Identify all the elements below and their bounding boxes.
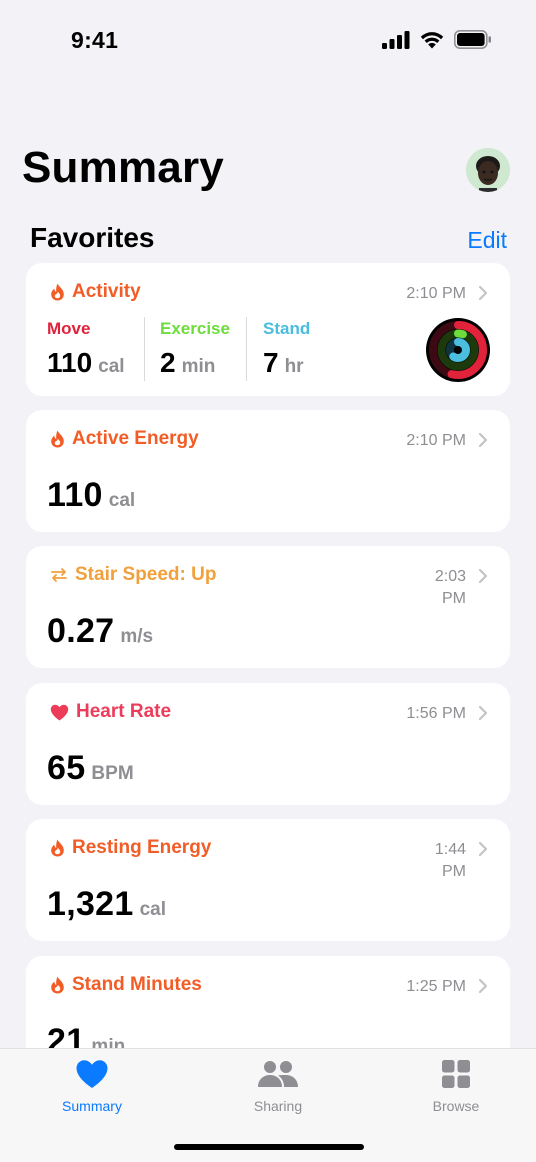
status-icons xyxy=(382,30,492,49)
flame-icon xyxy=(51,839,64,857)
card-title: Resting Energy xyxy=(72,837,212,858)
card-timestamp-line2: PM xyxy=(442,590,466,607)
card-timestamp-line1: 2:03 xyxy=(434,568,466,585)
grid-icon xyxy=(442,1060,470,1088)
move-metric: Move 110 cal xyxy=(47,319,125,379)
exercise-label: Exercise xyxy=(160,319,230,338)
metric-value: 110 xyxy=(47,476,103,514)
stand-label: Stand xyxy=(263,319,311,338)
chevron-right-icon xyxy=(478,705,488,721)
wifi-icon xyxy=(420,32,444,49)
card-header: Resting Energy xyxy=(50,837,211,859)
tab-browse[interactable]: Browse xyxy=(401,1059,511,1114)
metric-value-group: 0.27 m/s xyxy=(47,612,153,651)
card-title: Heart Rate xyxy=(76,701,172,722)
card-timestamp: 2:03 PM xyxy=(426,566,466,610)
tab-label: Browse xyxy=(432,1098,480,1114)
tab-label: Summary xyxy=(62,1098,122,1114)
divider xyxy=(246,317,247,381)
exercise-value: 2 xyxy=(160,347,176,378)
card-timestamp-line1: 1:44 xyxy=(434,841,466,858)
card-title: Active Energy xyxy=(72,428,199,449)
metric-unit: BPM xyxy=(91,763,134,784)
home-indicator[interactable] xyxy=(174,1144,364,1150)
heart-icon xyxy=(50,704,69,720)
battery-icon xyxy=(454,30,491,49)
card-timestamp: 2:10 PM xyxy=(406,285,466,302)
card-timestamp: 1:25 PM xyxy=(406,978,466,995)
metric-value: 1,321 xyxy=(47,885,134,923)
chevron-right-icon xyxy=(478,978,488,994)
chevron-right-icon xyxy=(478,432,488,448)
exercise-metric: Exercise 2 min xyxy=(160,319,230,379)
card-header: Stair Speed: Up xyxy=(50,564,216,586)
resting-energy-card[interactable]: Resting Energy 1:44 PM 1,321 cal xyxy=(26,819,510,941)
move-unit: cal xyxy=(98,356,125,377)
activity-rings-icon xyxy=(426,318,490,382)
exercise-unit: min xyxy=(181,356,216,377)
metric-value-group: 65 BPM xyxy=(47,749,134,788)
stand-unit: hr xyxy=(284,356,304,377)
card-timestamp-line2: PM xyxy=(442,863,466,880)
metric-unit: cal xyxy=(108,490,136,511)
card-header: Active Energy xyxy=(50,428,199,450)
chevron-right-icon xyxy=(478,568,488,584)
card-title: Stand Minutes xyxy=(72,974,202,995)
tab-label: Sharing xyxy=(253,1098,303,1114)
heart-rate-card[interactable]: Heart Rate 1:56 PM 65 BPM xyxy=(26,683,510,805)
people-icon xyxy=(258,1061,298,1087)
profile-avatar[interactable] xyxy=(466,148,510,192)
move-label: Move xyxy=(47,319,91,338)
card-title: Stair Speed: Up xyxy=(75,564,217,585)
stand-metric: Stand 7 hr xyxy=(263,319,310,379)
metric-unit: cal xyxy=(139,899,167,920)
flame-icon xyxy=(51,976,64,994)
card-timestamp: 2:10 PM xyxy=(406,432,466,449)
status-bar: 9:41 xyxy=(0,0,536,80)
status-time: 9:41 xyxy=(71,27,119,53)
metric-value: 65 xyxy=(47,749,86,787)
tab-sharing[interactable]: Sharing xyxy=(223,1059,333,1114)
move-value: 110 xyxy=(47,347,93,378)
favorites-heading: Favorites xyxy=(30,222,155,253)
flame-icon xyxy=(51,430,64,448)
active-energy-card[interactable]: Active Energy 2:10 PM 110 cal xyxy=(26,410,510,532)
page-title: Summary xyxy=(22,143,224,192)
card-header: Activity xyxy=(50,281,141,303)
stairs-arrows-icon xyxy=(51,568,67,582)
flame-icon xyxy=(51,283,64,301)
metric-value: 0.27 xyxy=(47,612,115,650)
metric-value-group: 1,321 cal xyxy=(47,885,166,924)
stand-value: 7 xyxy=(263,347,279,378)
metric-value-group: 110 cal xyxy=(47,476,135,515)
chevron-right-icon xyxy=(478,841,488,857)
edit-favorites-button[interactable]: Edit xyxy=(467,227,507,254)
card-header: Heart Rate xyxy=(50,701,171,723)
cellular-signal-icon xyxy=(382,30,410,49)
stair-speed-card[interactable]: Stair Speed: Up 2:03 PM 0.27 m/s xyxy=(26,546,510,668)
tab-summary[interactable]: Summary xyxy=(37,1059,147,1114)
memoji-avatar-icon xyxy=(466,148,510,192)
card-timestamp: 1:44 PM xyxy=(426,839,466,883)
card-header: Stand Minutes xyxy=(50,974,202,996)
card-timestamp: 1:56 PM xyxy=(406,705,466,722)
chevron-right-icon xyxy=(478,285,488,301)
heart-icon xyxy=(76,1060,108,1088)
divider xyxy=(144,317,145,381)
metric-unit: m/s xyxy=(120,626,154,647)
health-app-screen: 9:41 Summary Favorites Edit Activity 2:1… xyxy=(0,0,536,1162)
card-title: Activity xyxy=(72,281,141,302)
activity-card[interactable]: Activity 2:10 PM Move 110 cal Exercise 2… xyxy=(26,263,510,396)
